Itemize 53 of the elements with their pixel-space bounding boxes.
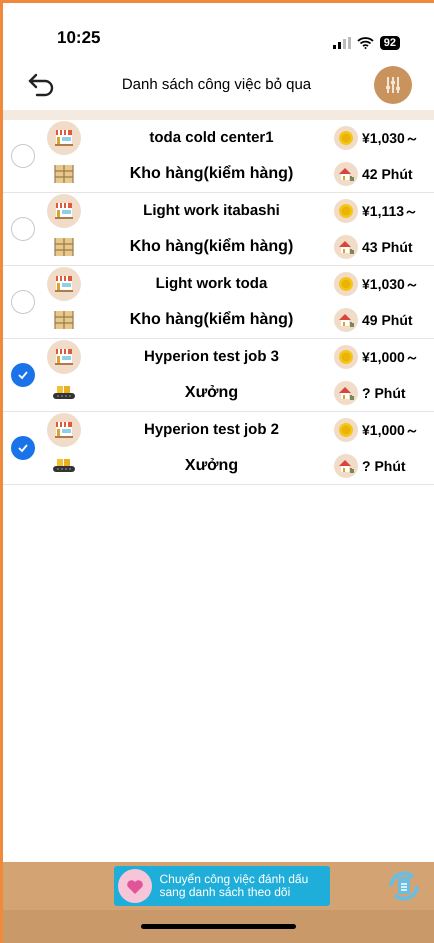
status-time: 10:25 bbox=[57, 26, 100, 48]
job-category: Xưởng bbox=[184, 383, 240, 403]
job-name: Hyperion test job 3 bbox=[142, 346, 280, 367]
battery-level: 92 bbox=[380, 36, 400, 50]
coin-icon bbox=[334, 272, 358, 296]
shop-icon bbox=[47, 413, 81, 447]
wifi-icon bbox=[356, 37, 374, 49]
coin-icon bbox=[334, 126, 358, 150]
conveyor-icon bbox=[52, 385, 76, 401]
conveyor-icon bbox=[52, 458, 76, 474]
job-name: Hyperion test job 2 bbox=[142, 420, 280, 440]
checkbox[interactable] bbox=[11, 290, 35, 314]
house-icon bbox=[334, 235, 358, 259]
commute-time: ? Phút bbox=[362, 384, 406, 402]
job-category: Kho hàng(kiểm hàng) bbox=[128, 237, 294, 257]
shelf-icon bbox=[54, 310, 74, 330]
shop-icon bbox=[47, 267, 81, 301]
job-name: Light work itabashi bbox=[142, 200, 281, 221]
job-category: Kho hàng(kiểm hàng) bbox=[128, 164, 294, 184]
coin-icon bbox=[334, 418, 358, 442]
shop-icon bbox=[47, 194, 81, 228]
house-icon bbox=[334, 308, 358, 332]
job-name: Light work toda bbox=[154, 274, 268, 294]
shelf-icon bbox=[54, 164, 74, 184]
shop-icon bbox=[47, 340, 81, 374]
job-category: Kho hàng(kiểm hàng) bbox=[128, 310, 294, 330]
filter-button[interactable] bbox=[374, 66, 412, 104]
coin-icon bbox=[334, 199, 358, 223]
shop-icon bbox=[47, 121, 81, 155]
wage-text: ¥1,030～ bbox=[362, 274, 419, 294]
checkbox[interactable] bbox=[11, 363, 35, 387]
wage-text: ¥1,030～ bbox=[362, 128, 419, 148]
commute-time: ? Phút bbox=[362, 456, 406, 476]
wage-text: ¥1,113～ bbox=[362, 202, 418, 220]
house-icon bbox=[334, 381, 358, 405]
checkbox[interactable] bbox=[11, 436, 35, 460]
wage-text: ¥1,000～ bbox=[362, 348, 419, 366]
signal-icon bbox=[332, 37, 351, 49]
coin-icon bbox=[334, 345, 358, 369]
wage-text: ¥1,000～ bbox=[362, 420, 419, 440]
job-category: Xưởng bbox=[184, 456, 240, 476]
move-to-watchlist-button[interactable]: Chuyển công việc đánh dấu sang danh sách theo dõi bbox=[114, 866, 330, 906]
page-title: Danh sách công việc bỏ qua bbox=[122, 74, 312, 95]
commute-time: 43 Phút bbox=[362, 238, 413, 256]
house-icon bbox=[334, 162, 358, 186]
commute-time: 42 Phút bbox=[362, 164, 413, 184]
checkbox[interactable] bbox=[11, 217, 35, 241]
move-button-label: Chuyển công việc đánh dấu sang danh sách theo dõi bbox=[160, 873, 310, 899]
shelf-icon bbox=[54, 237, 74, 257]
house-icon bbox=[334, 454, 358, 478]
job-name: toda cold center1 bbox=[148, 128, 275, 148]
checkbox[interactable] bbox=[11, 144, 35, 168]
commute-time: 49 Phút bbox=[362, 310, 413, 330]
